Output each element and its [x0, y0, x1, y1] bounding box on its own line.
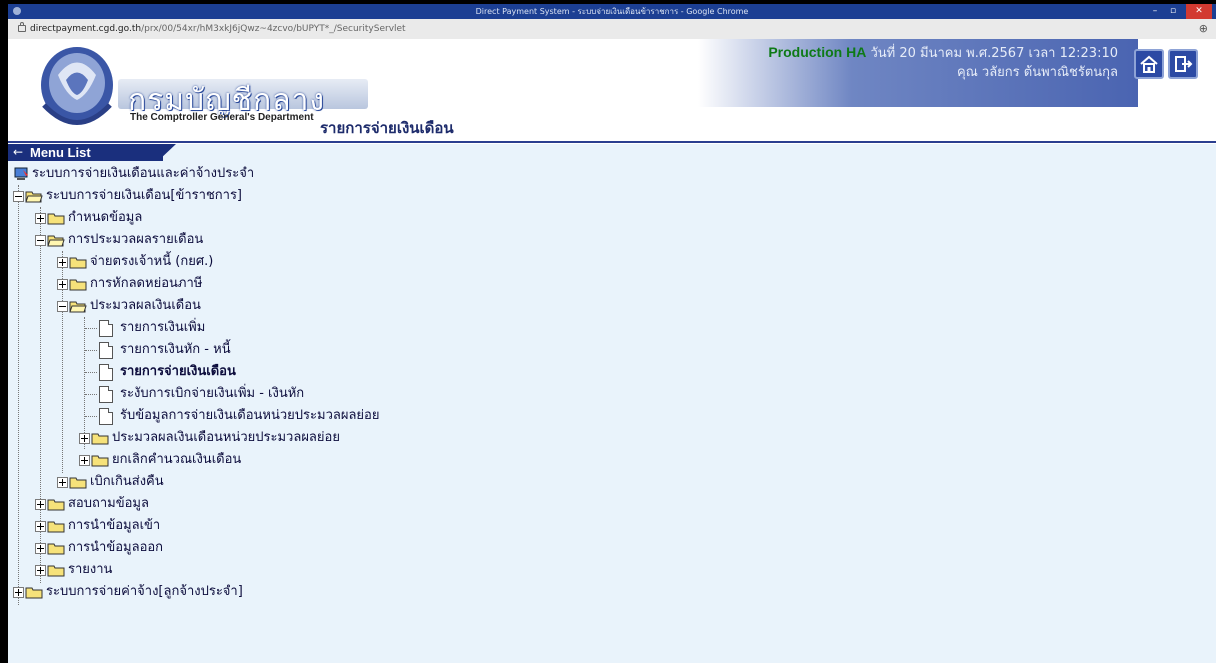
tree-label: การประมวลผลรายเดือน: [68, 232, 204, 247]
tree-label: รายการเงินเพิ่ม: [120, 320, 206, 335]
tree-label: การหักลดหย่อนภาษี: [90, 276, 203, 291]
tree-line: [85, 350, 97, 351]
url-path: /prx/00/54xr/hM3xkJ6jQwz~4zcvo/bUPYT*_/S…: [141, 24, 406, 34]
tree-label: รายงาน: [68, 562, 113, 577]
expand-icon[interactable]: [79, 455, 90, 466]
home-button[interactable]: [1134, 49, 1164, 79]
tree-line: [18, 185, 19, 605]
expand-icon[interactable]: [35, 499, 46, 510]
menu-title: Menu List: [30, 145, 91, 160]
environment-line: Production HA วันที่ 20 มีนาคม พ.ศ.2567 …: [768, 42, 1118, 63]
page-header: กรมบัญชีกลาง The Comptroller General's D…: [8, 39, 1216, 144]
open-folder-icon: [47, 235, 65, 247]
logout-icon: [1175, 56, 1193, 72]
folder-icon: [91, 455, 109, 467]
url-text[interactable]: directpayment.cgd.go.th/prx/00/54xr/hM3x…: [30, 19, 406, 39]
expand-icon[interactable]: [35, 521, 46, 532]
address-bar[interactable]: directpayment.cgd.go.th/prx/00/54xr/hM3x…: [8, 19, 1216, 40]
computer-icon: [14, 167, 28, 180]
tree-label: รับข้อมูลการจ่ายเงินเดือนหน่วยประมวลผลย่…: [120, 408, 380, 423]
page-title: รายการจ่ายเงินเดือน: [320, 119, 454, 137]
tree-label: ประมวลผลเงินเดือน: [90, 298, 201, 313]
tree-label: ระบบการจ่ายเงินเดือนและค่าจ้างประจำ: [32, 166, 255, 181]
open-folder-icon: [69, 301, 87, 313]
department-seal-logo: [41, 47, 113, 125]
back-arrow-icon[interactable]: ←: [13, 145, 23, 159]
tree-label: ระบบการจ่ายเงินเดือน[ข้าราชการ]: [46, 188, 243, 203]
tree-line: [84, 317, 85, 449]
tree-label: รายการเงินหัก - หนี้: [120, 342, 231, 357]
tree-label: เบิกเกินส่งคืน: [90, 474, 164, 489]
folder-icon: [69, 477, 87, 489]
folder-icon: [47, 521, 65, 533]
folder-icon: [69, 257, 87, 269]
open-folder-icon: [25, 191, 43, 203]
tree-label: สอบถามข้อมูล: [68, 496, 149, 511]
browser-title-bar: Direct Payment System - ระบบจ่ายเงินเดือ…: [8, 4, 1216, 19]
tree-line: [85, 394, 97, 395]
logout-button[interactable]: [1168, 49, 1198, 79]
tree-label: ระบบการจ่ายค่าจ้าง[ลูกจ้างประจำ]: [46, 584, 243, 599]
tree-label: กำหนดข้อมูล: [68, 210, 143, 225]
menu-header-slant: [158, 144, 176, 161]
menu-header: ← Menu List: [8, 144, 378, 161]
folder-icon: [47, 543, 65, 555]
zoom-icon[interactable]: ⊕: [1199, 19, 1208, 39]
folder-icon: [47, 565, 65, 577]
tree-label: ประมวลผลเงินเดือนหน่วยประมวลผลย่อย: [112, 430, 340, 445]
maximize-icon[interactable]: ▫: [1164, 4, 1182, 19]
expand-icon[interactable]: [57, 477, 68, 488]
tree-line: [85, 328, 97, 329]
close-icon[interactable]: ✕: [1186, 4, 1212, 19]
folder-icon: [47, 213, 65, 225]
folder-icon: [91, 433, 109, 445]
window-title: Direct Payment System - ระบบจ่ายเงินเดือ…: [475, 7, 749, 16]
tree-label: ยกเลิกคำนวณเงินเดือน: [112, 452, 242, 467]
expand-icon[interactable]: [57, 279, 68, 290]
org-name-en: The Comptroller General's Department: [130, 112, 314, 123]
minimize-icon[interactable]: –: [1146, 4, 1164, 19]
tree-label: ระงับการเบิกจ่ายเงินเพิ่ม - เงินหัก: [120, 386, 305, 401]
tree-label: รายการจ่ายเงินเดือน: [120, 364, 236, 379]
user-name: คุณ วลัยกร ต้นพาณิชรัตนกุล: [957, 65, 1118, 80]
document-icon: [99, 320, 113, 337]
expand-icon[interactable]: [35, 543, 46, 554]
tree-line: [85, 372, 97, 373]
folder-icon: [69, 279, 87, 291]
browser-window: Direct Payment System - ระบบจ่ายเงินเดือ…: [8, 4, 1216, 663]
header-divider: [8, 141, 1216, 143]
collapse-icon[interactable]: [35, 235, 46, 246]
folder-icon: [25, 587, 43, 599]
url-host: directpayment.cgd.go.th: [30, 24, 142, 34]
document-icon: [99, 342, 113, 359]
tree-label: จ่ายตรงเจ้าหนี้ (กยศ.): [90, 254, 214, 269]
home-icon: [1140, 55, 1158, 73]
expand-icon[interactable]: [35, 213, 46, 224]
document-icon: [99, 364, 113, 381]
environment-label: Production HA: [768, 44, 867, 60]
tree-label: การนำข้อมูลออก: [68, 540, 164, 555]
tree-label: การนำข้อมูลเข้า: [68, 518, 161, 533]
expand-icon[interactable]: [79, 433, 90, 444]
folder-icon: [47, 499, 65, 511]
expand-icon[interactable]: [57, 257, 68, 268]
datetime-text: วันที่ 20 มีนาคม พ.ศ.2567 เวลา 12:23:10: [870, 46, 1118, 61]
expand-icon[interactable]: [13, 587, 24, 598]
document-icon: [99, 386, 113, 403]
expand-icon[interactable]: [35, 565, 46, 576]
tree-line: [85, 416, 97, 417]
collapse-icon[interactable]: [13, 191, 24, 202]
document-icon: [99, 408, 113, 425]
lock-icon: [18, 22, 26, 32]
collapse-icon[interactable]: [57, 301, 68, 312]
